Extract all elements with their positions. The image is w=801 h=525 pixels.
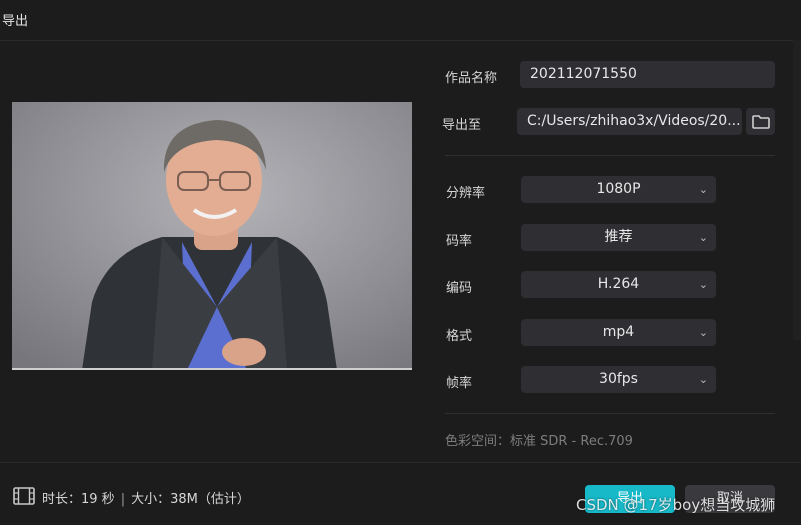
video-preview [12, 102, 412, 370]
framerate-select[interactable]: 30fps ⌄ [521, 366, 716, 393]
section-divider [445, 155, 775, 156]
bitrate-select[interactable]: 推荐 ⌄ [521, 224, 716, 251]
format-label: 格式 [446, 329, 473, 344]
folder-icon [751, 114, 770, 129]
codec-value: H.264 [597, 276, 640, 292]
chevron-down-icon: ⌄ [698, 278, 708, 291]
browse-folder-button[interactable] [746, 108, 775, 135]
chevron-down-icon: ⌄ [698, 183, 708, 196]
framerate-label: 帧率 [446, 376, 473, 391]
codec-select[interactable]: H.264 ⌄ [521, 271, 716, 298]
export-dialog: 导出 作品名称 202112071550 导出至 C:/Users/zhihao… [0, 0, 801, 525]
right-edge-panel [793, 40, 801, 340]
export-path-input[interactable]: C:/Users/zhihao3x/Videos/20... [517, 108, 742, 135]
format-value: mp4 [602, 324, 635, 340]
preview-portrait-image [12, 102, 412, 368]
bitrate-value: 推荐 [604, 229, 633, 245]
info-separator: | [120, 492, 126, 507]
color-space-info: 色彩空间：标准 SDR - Rec.709 [445, 434, 633, 449]
resolution-value: 1080P [596, 181, 641, 197]
film-icon [13, 487, 35, 505]
dialog-title: 导出 [2, 14, 29, 29]
section-divider [445, 413, 775, 414]
footer-divider [0, 462, 801, 463]
bitrate-label: 码率 [446, 234, 473, 249]
chevron-down-icon: ⌄ [698, 373, 708, 386]
chevron-down-icon: ⌄ [698, 231, 708, 244]
header-divider [0, 40, 801, 41]
chevron-down-icon: ⌄ [698, 326, 708, 339]
resolution-select[interactable]: 1080P ⌄ [521, 176, 716, 203]
size-text: 大小：38M（估计） [131, 492, 250, 507]
framerate-value: 30fps [599, 371, 638, 387]
csdn-watermark: CSDN @17岁boy想当攻城狮 [576, 496, 776, 514]
resolution-label: 分辨率 [446, 186, 486, 201]
format-select[interactable]: mp4 ⌄ [521, 319, 716, 346]
name-input[interactable]: 202112071550 [520, 61, 775, 88]
name-label: 作品名称 [445, 71, 498, 86]
export-info: 时长：19 秒 | 大小：38M（估计） [42, 488, 250, 507]
duration-text: 时长：19 秒 [42, 492, 115, 507]
codec-label: 编码 [446, 281, 473, 296]
export-to-label: 导出至 [442, 118, 482, 133]
